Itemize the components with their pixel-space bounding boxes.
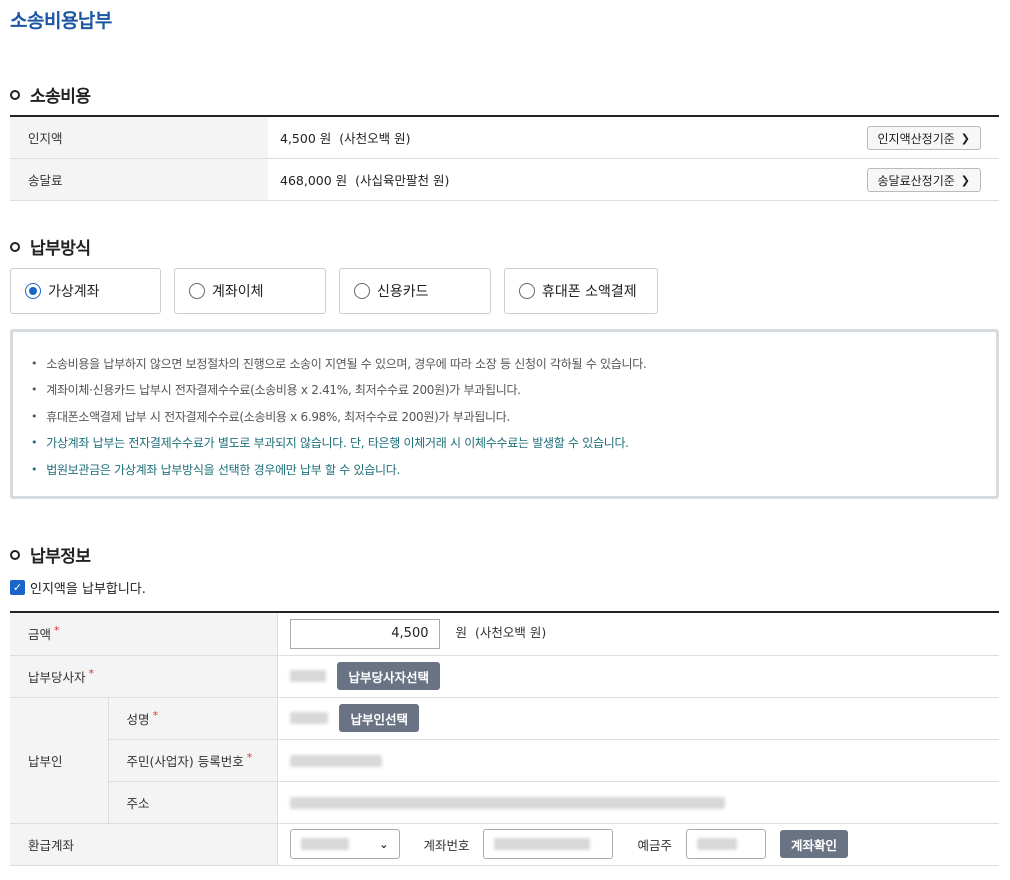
account-holder-label: 예금주 bbox=[637, 837, 672, 853]
payer-address-row: 주소 bbox=[10, 781, 999, 824]
party-value-cell: 납부당사자선택 bbox=[276, 655, 999, 698]
payer-id-label: 주민(사업자) 등록번호 bbox=[126, 753, 244, 769]
delivery-fee-amount: 468,000 원 bbox=[280, 173, 348, 188]
method-option-mobile[interactable]: 휴대폰 소액결제 bbox=[504, 268, 658, 314]
delivery-fee-value: 468,000 원 (사십육만팔천 원) bbox=[268, 170, 449, 189]
redacted-account-holder bbox=[696, 838, 737, 850]
delivery-fee-criteria-label: 송달료산정기준 bbox=[877, 173, 955, 188]
section-bullet-icon bbox=[10, 241, 20, 252]
account-number-label: 계좌번호 bbox=[423, 837, 470, 853]
payment-info-table: 금액* 원(사천오백 원) 납부당사자* 납부당사자선택 납부인 성명* bbox=[10, 611, 999, 866]
redacted-account-number bbox=[494, 838, 591, 850]
account-holder-input[interactable] bbox=[685, 829, 766, 859]
amount-label-cell: 금액 * bbox=[10, 613, 277, 656]
method-section-title: 납부방식 bbox=[10, 234, 91, 259]
redacted-address bbox=[289, 797, 725, 809]
radio-icon[interactable] bbox=[189, 283, 205, 299]
payer-name-value-cell: 납부인선택 bbox=[276, 697, 999, 740]
notice-item: 소송비용을 납부하지 않으면 보정절차의 진행으로 소송이 지연될 수 있으며,… bbox=[31, 350, 978, 377]
stamp-fee-criteria-button[interactable]: 인지액산정기준 ❯ bbox=[866, 126, 981, 150]
info-section-label: 납부정보 bbox=[30, 547, 91, 567]
method-option-label: 휴대폰 소액결제 bbox=[542, 284, 637, 300]
payer-name-label-cell: 성명 * bbox=[107, 697, 277, 740]
amount-words: (사천오백 원) bbox=[475, 625, 547, 641]
amount-unit-label: 원 bbox=[455, 625, 467, 641]
payer-id-label-cell: 주민(사업자) 등록번호 * bbox=[107, 739, 277, 782]
payer-id-value-cell bbox=[276, 739, 999, 782]
method-section-label: 납부방식 bbox=[30, 239, 91, 259]
method-option-transfer[interactable]: 계좌이체 bbox=[174, 268, 326, 314]
stamp-fee-amount: 4,500 원 bbox=[280, 131, 332, 146]
stamp-fee-value: 4,500 원 (사천오백 원) bbox=[268, 128, 411, 147]
redacted-payer-name bbox=[289, 712, 328, 724]
method-option-credit-card[interactable]: 신용카드 bbox=[339, 268, 491, 314]
stamp-fee-label: 인지액 bbox=[10, 117, 268, 158]
select-party-button[interactable]: 납부당사자선택 bbox=[337, 662, 440, 690]
party-label: 납부당사자 bbox=[28, 669, 86, 685]
redacted-id-number bbox=[289, 755, 382, 767]
method-option-label: 가상계좌 bbox=[48, 284, 100, 300]
pay-stamp-checkbox-row[interactable]: ✓ 인지액을 납부합니다. bbox=[10, 578, 146, 597]
amount-unit: 원 (사천오백 원) bbox=[455, 625, 546, 640]
notice-item-highlight: 가상계좌 납부는 전자결제수수료가 별도로 부과되지 않습니다. 단, 타은행 … bbox=[31, 430, 978, 457]
amount-label: 금액 bbox=[28, 627, 52, 643]
cost-row-delivery: 송달료 468,000 원 (사십육만팔천 원) 송달료산정기준 ❯ bbox=[10, 159, 999, 201]
radio-icon[interactable] bbox=[519, 283, 535, 299]
cost-table: 인지액 4,500 원 (사천오백 원) 인지액산정기준 ❯ 송달료 468,00… bbox=[10, 115, 999, 201]
method-option-virtual-account[interactable]: 가상계좌 bbox=[10, 268, 161, 314]
payer-name-label: 성명 bbox=[126, 711, 150, 727]
account-number-input[interactable] bbox=[483, 829, 614, 859]
method-option-label: 신용카드 bbox=[377, 284, 429, 300]
payer-address-label-cell: 주소 bbox=[107, 781, 277, 824]
section-bullet-icon bbox=[10, 549, 20, 560]
stamp-fee-words: (사천오백 원) bbox=[339, 131, 411, 146]
payment-method-group: 가상계좌 계좌이체 신용카드 휴대폰 소액결제 bbox=[10, 268, 658, 314]
chevron-right-icon: ❯ bbox=[960, 173, 970, 187]
cost-section-title: 소송비용 bbox=[10, 82, 91, 107]
method-option-label: 계좌이체 bbox=[212, 284, 264, 300]
required-mark: * bbox=[246, 750, 253, 764]
pay-stamp-checkbox-label: 인지액을 납부합니다. bbox=[30, 582, 146, 597]
delivery-fee-words: (사십육만팔천 원) bbox=[355, 173, 450, 188]
cost-section-label: 소송비용 bbox=[30, 87, 91, 107]
party-label-cell: 납부당사자 * bbox=[10, 655, 277, 698]
refund-row: 환급계좌 ⌄ 계좌번호 예금주 계좌확인 bbox=[10, 823, 999, 866]
section-bullet-icon bbox=[10, 89, 20, 100]
delivery-fee-criteria-button[interactable]: 송달료산정기준 ❯ bbox=[866, 168, 981, 192]
payer-name-row: 납부인 성명 * 납부인선택 bbox=[10, 697, 999, 824]
amount-value-cell: 원 (사천오백 원) bbox=[276, 613, 999, 656]
notice-item: 휴대폰소액결제 납부 시 전자결제수수료(소송비용 x 6.98%, 최저수수료… bbox=[31, 403, 978, 430]
chevron-down-icon: ⌄ bbox=[379, 837, 389, 851]
select-payer-button[interactable]: 납부인선택 bbox=[339, 704, 419, 732]
payer-label-cell: 납부인 bbox=[10, 697, 108, 824]
verify-account-button[interactable]: 계좌확인 bbox=[779, 830, 848, 858]
redacted-bank-name bbox=[300, 838, 349, 850]
radio-icon[interactable] bbox=[354, 283, 370, 299]
party-row: 납부당사자 * 납부당사자선택 bbox=[10, 655, 999, 698]
payer-id-row: 주민(사업자) 등록번호 * bbox=[10, 739, 999, 782]
required-mark: * bbox=[54, 624, 60, 638]
payer-address-value-cell bbox=[276, 781, 999, 824]
notice-item-highlight: 법원보관금은 가상계좌 납부방식을 선택한 경우에만 납부 할 수 있습니다. bbox=[31, 456, 978, 483]
redacted-party-name bbox=[289, 670, 326, 682]
stamp-fee-criteria-label: 인지액산정기준 bbox=[877, 131, 955, 146]
required-mark: * bbox=[152, 708, 159, 722]
refund-label-cell: 환급계좌 bbox=[10, 823, 277, 866]
radio-selected-icon[interactable] bbox=[25, 283, 41, 299]
bank-select[interactable]: ⌄ bbox=[289, 829, 400, 859]
delivery-fee-label: 송달료 bbox=[10, 159, 268, 200]
page-title: 소송비용납부 bbox=[10, 10, 112, 32]
checkbox-checked-icon[interactable]: ✓ bbox=[10, 580, 25, 595]
refund-value-cell: ⌄ 계좌번호 예금주 계좌확인 bbox=[276, 823, 999, 866]
required-mark: * bbox=[88, 666, 95, 680]
chevron-right-icon: ❯ bbox=[960, 131, 970, 145]
cost-row-stamp: 인지액 4,500 원 (사천오백 원) 인지액산정기준 ❯ bbox=[10, 117, 999, 159]
amount-row: 금액* 원 (사천오백 원) bbox=[10, 613, 999, 656]
notice-item: 계좌이체·신용카드 납부시 전자결제수수료(소송비용 x 2.41%, 최저수수… bbox=[31, 377, 978, 404]
notice-box: 소송비용을 납부하지 않으면 보정절차의 진행으로 소송이 지연될 수 있으며,… bbox=[10, 329, 999, 499]
amount-input[interactable] bbox=[289, 618, 440, 649]
info-section-title: 납부정보 bbox=[10, 542, 91, 567]
